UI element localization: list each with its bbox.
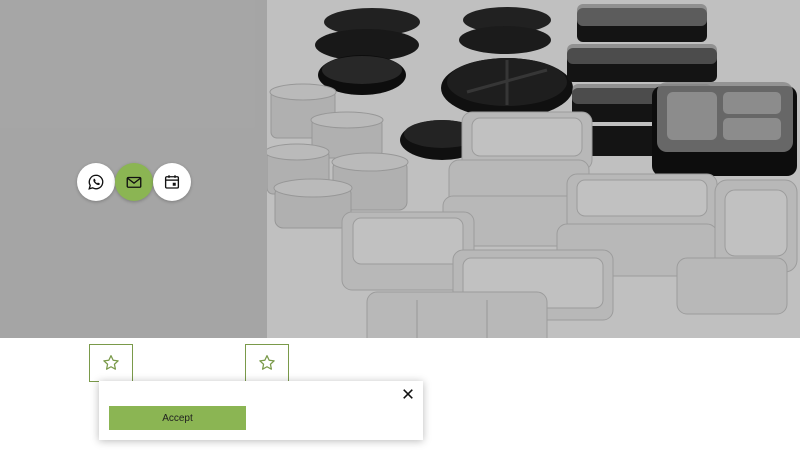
star-outline-icon <box>103 355 119 370</box>
hero-product-image <box>267 0 800 338</box>
mail-icon <box>126 176 142 188</box>
food-containers-image <box>267 4 798 338</box>
star-outline-icon <box>259 355 275 370</box>
cookie-popup: Accept <box>99 381 423 440</box>
contact-bar <box>77 163 191 202</box>
favorite-button[interactable] <box>245 344 289 382</box>
calendar-icon <box>164 175 180 189</box>
close-button[interactable] <box>401 387 415 401</box>
whatsapp-icon <box>88 174 104 190</box>
accept-button[interactable]: Accept <box>109 406 246 430</box>
whatsapp-button[interactable] <box>77 163 115 201</box>
close-icon <box>403 389 413 399</box>
favorite-button[interactable] <box>89 344 133 382</box>
page: Accept <box>0 0 800 450</box>
email-button[interactable] <box>115 163 153 201</box>
schedule-button[interactable] <box>153 163 191 201</box>
